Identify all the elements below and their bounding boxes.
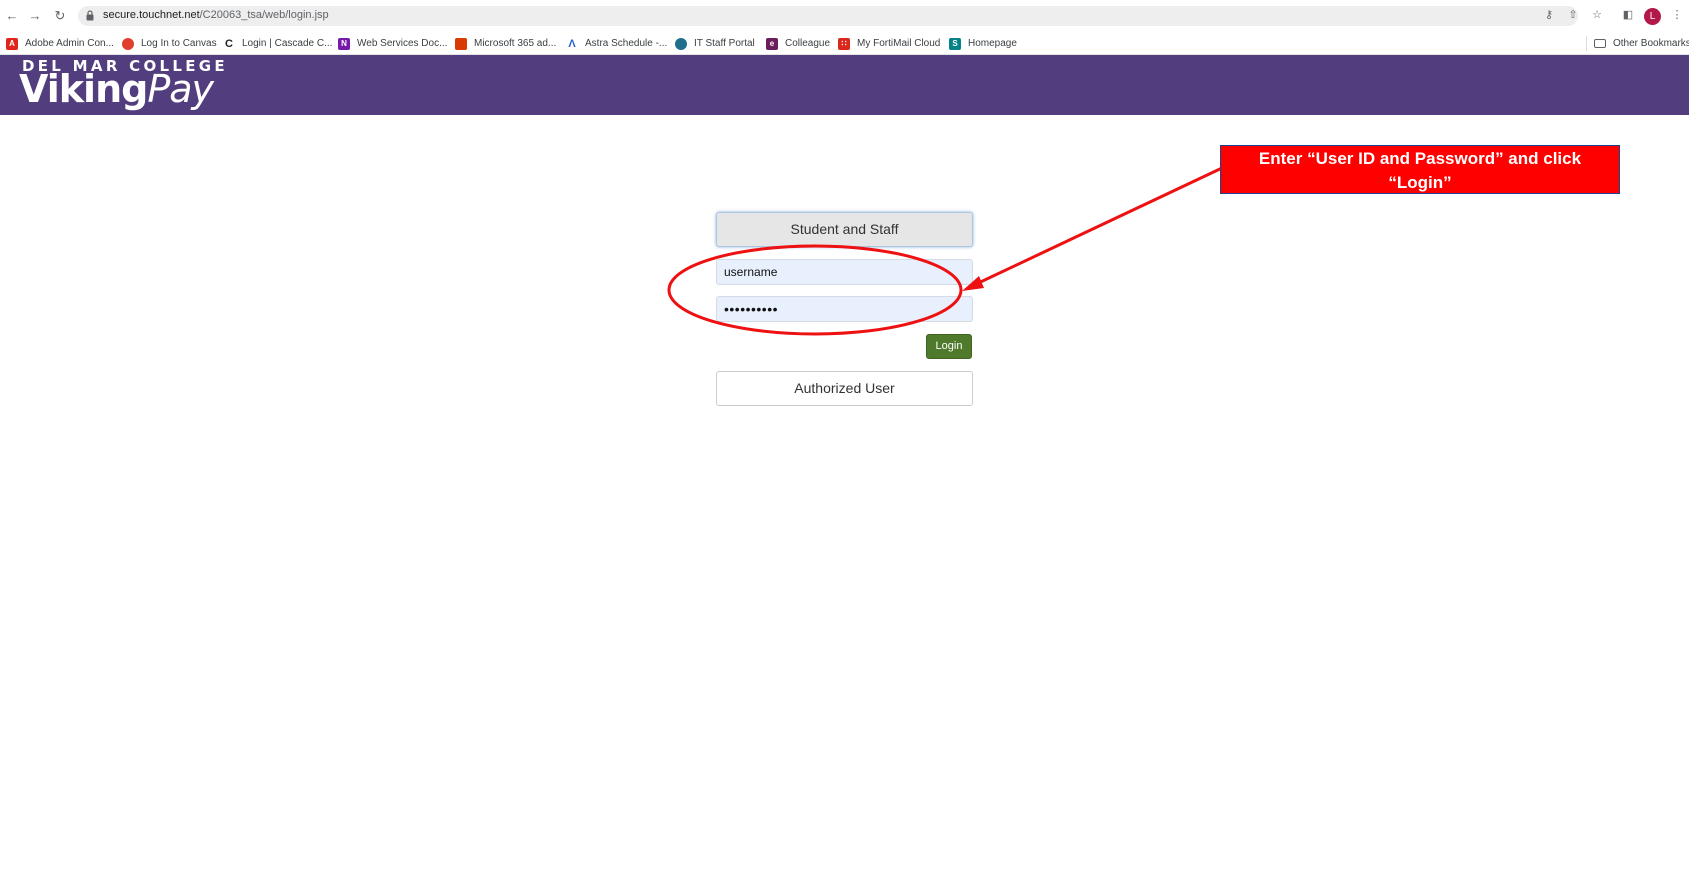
- bookmark-label: Homepage: [968, 38, 1017, 49]
- back-icon[interactable]: ←: [4, 8, 20, 24]
- bookmark-item[interactable]: N Web Services Doc...: [338, 36, 447, 51]
- office-icon: [455, 37, 467, 50]
- cascade-icon: C: [223, 37, 235, 50]
- star-icon[interactable]: ☆: [1590, 8, 1604, 22]
- bookmark-label: Web Services Doc...: [357, 38, 448, 49]
- astra-icon: Λ: [566, 37, 578, 50]
- bookmark-item[interactable]: e Colleague: [766, 36, 830, 51]
- bookmark-item[interactable]: ∷ My FortiMail Cloud: [838, 36, 940, 51]
- url-text: secure.touchnet.net/C20063_tsa/web/login…: [103, 9, 329, 21]
- browser-toolbar: ← → ↻ secure.touchnet.net/C20063_tsa/web…: [0, 0, 1689, 32]
- annotation-arrow-line: [971, 166, 1223, 288]
- site-header: DEL MAR COLLEGE VikingPay: [0, 55, 1689, 115]
- logo-viking: Viking: [19, 67, 148, 111]
- bookmark-label: Log In to Canvas: [141, 38, 217, 49]
- bookmark-item[interactable]: Microsoft 365 ad...: [455, 36, 556, 51]
- menu-kebab-icon[interactable]: ⋮: [1670, 8, 1684, 22]
- fortimail-icon: ∷: [838, 37, 850, 50]
- side-panel-icon[interactable]: ◧: [1621, 8, 1635, 22]
- forward-icon[interactable]: →: [27, 8, 43, 24]
- adobe-icon: A: [6, 37, 18, 50]
- onenote-icon: N: [338, 37, 350, 50]
- canvas-icon: [122, 37, 134, 50]
- bookmark-item[interactable]: C Login | Cascade C...: [223, 36, 332, 51]
- password-input[interactable]: ••••••••••: [716, 296, 973, 322]
- folder-icon: [1594, 39, 1606, 48]
- share-icon[interactable]: ⇧: [1566, 8, 1580, 22]
- instruction-callout: Enter “User ID and Password” and click “…: [1220, 145, 1620, 194]
- logo-pay: Pay: [147, 67, 214, 111]
- bookmark-label: Login | Cascade C...: [242, 38, 333, 49]
- bookmark-label: Microsoft 365 ad...: [474, 38, 557, 49]
- colleague-icon: e: [766, 37, 778, 50]
- bookmark-label: Colleague: [785, 38, 831, 49]
- username-input[interactable]: username: [716, 259, 973, 285]
- other-bookmarks[interactable]: Other Bookmarks: [1594, 36, 1689, 51]
- authorized-user-button[interactable]: Authorized User: [716, 371, 973, 406]
- lock-icon: [86, 10, 94, 21]
- bookmarks-bar: A Adobe Admin Con... Log In to Canvas C Lo…: [0, 32, 1689, 55]
- callout-line-1: Enter “User ID and Password” and click: [1258, 149, 1582, 168]
- annotation-overlay: [667, 166, 1223, 336]
- bookmark-item[interactable]: IT Staff Portal: [675, 36, 755, 51]
- login-button[interactable]: Login: [926, 334, 972, 359]
- bookmark-label: Adobe Admin Con...: [25, 38, 114, 49]
- callout-line-2: “Login”: [1388, 173, 1452, 192]
- other-bookmarks-label: Other Bookmarks: [1613, 38, 1689, 49]
- bookmark-label: Astra Schedule -...: [585, 38, 668, 49]
- key-icon[interactable]: ⚷: [1542, 8, 1556, 22]
- bookmark-label: IT Staff Portal: [694, 38, 755, 49]
- student-staff-tab[interactable]: Student and Staff: [716, 212, 973, 247]
- vikingpay-logo[interactable]: VikingPay: [19, 67, 214, 111]
- reload-icon[interactable]: ↻: [52, 8, 68, 24]
- bookmark-separator: [1586, 36, 1587, 51]
- bookmark-item[interactable]: Log In to Canvas: [122, 36, 217, 51]
- bookmark-item[interactable]: Λ Astra Schedule -...: [566, 36, 667, 51]
- bookmark-item[interactable]: S Homepage: [949, 36, 1017, 51]
- profile-avatar[interactable]: L: [1644, 8, 1661, 25]
- bookmark-label: My FortiMail Cloud: [857, 38, 941, 49]
- sharepoint-icon: S: [949, 37, 961, 50]
- bookmark-item[interactable]: A Adobe Admin Con...: [6, 36, 114, 51]
- portal-icon: [675, 37, 687, 50]
- address-bar[interactable]: secure.touchnet.net/C20063_tsa/web/login…: [78, 6, 1578, 26]
